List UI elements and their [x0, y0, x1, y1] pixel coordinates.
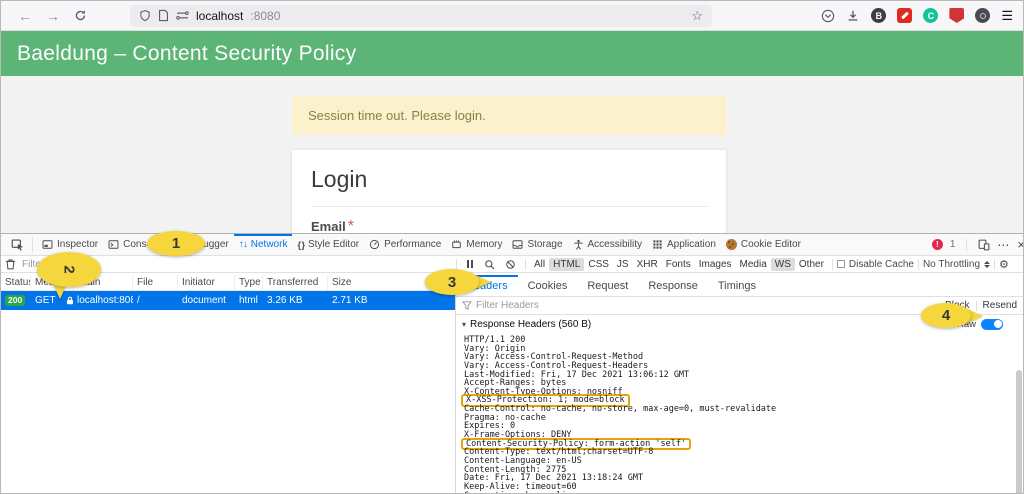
details-tab-timings[interactable]: Timings: [708, 275, 766, 296]
downloads-icon[interactable]: [846, 9, 860, 23]
login-card: Login Email *: [292, 150, 726, 233]
filter-pill-ws[interactable]: WS: [770, 257, 795, 271]
devtools-tabbar-right: ! 1 ⋯ ×: [931, 234, 1023, 255]
devtools-close-icon[interactable]: ×: [1017, 237, 1023, 252]
throttling-select[interactable]: No Throttling: [923, 259, 991, 270]
error-count: 1: [949, 239, 956, 250]
details-tab-cookies[interactable]: Cookies: [518, 275, 578, 296]
filter-pill-xhr[interactable]: XHR: [633, 258, 662, 271]
block-icon[interactable]: [505, 259, 516, 270]
editor-extension-icon[interactable]: [897, 8, 913, 23]
devtools-tab-performance[interactable]: Performance: [364, 234, 446, 255]
reload-icon[interactable]: [74, 9, 87, 22]
response-header-line: Cache-Control: no-cache, no-store, max-a…: [464, 404, 777, 415]
grammarly-extension-icon[interactable]: C: [923, 8, 939, 23]
filter-headers-input[interactable]: [476, 300, 676, 311]
page-header-banner: Baeldung – Content Security Policy: [1, 31, 1023, 76]
resend-button[interactable]: Resend: [983, 300, 1017, 311]
raw-toggle-switch[interactable]: [981, 318, 1003, 330]
required-asterisk: *: [347, 218, 354, 233]
search-icon[interactable]: [484, 259, 495, 270]
network-toolbar: All HTML CSS JS XHR Fonts Images Media W…: [1, 256, 1023, 273]
disable-cache-checkbox[interactable]: [836, 260, 845, 268]
filter-pill-html[interactable]: HTML: [549, 257, 585, 271]
adblock-extension-icon[interactable]: [949, 8, 965, 23]
devtools-tab-application[interactable]: Application: [647, 234, 721, 255]
page-info-icon[interactable]: [158, 9, 169, 22]
disable-cache-label: Disable Cache: [848, 258, 914, 270]
braces-icon: { }: [297, 239, 304, 250]
devtools-tab-memory[interactable]: Memory: [446, 234, 507, 255]
network-arrows-icon: ↑↓: [238, 239, 248, 250]
response-headers-title: Response Headers (560 B): [470, 318, 592, 330]
filter-pill-other[interactable]: Other: [795, 258, 828, 271]
meatball-menu-icon[interactable]: ⋯: [997, 238, 1010, 252]
error-badge-icon[interactable]: !: [931, 239, 943, 250]
back-icon[interactable]: ←: [18, 9, 32, 23]
col-type[interactable]: Type: [235, 275, 263, 290]
page-title: Baeldung – Content Security Policy: [17, 41, 357, 65]
scrollbar-thumb[interactable]: [1016, 370, 1022, 493]
shield-icon[interactable]: [139, 9, 151, 22]
extension-wheel-icon[interactable]: [975, 8, 991, 23]
email-label: Email: [311, 219, 346, 233]
browser-action-icons: B C ☰: [821, 8, 1013, 24]
response-header-line: Pragma: no-cache: [464, 412, 546, 423]
filter-pill-images[interactable]: Images: [695, 258, 736, 271]
devtools-tab-style-editor[interactable]: { } Style Editor: [292, 234, 364, 255]
updown-icon: [984, 260, 991, 268]
request-row-selected[interactable]: 200 GET localhost:8080 / document html 3…: [1, 291, 455, 310]
filter-pill-css[interactable]: CSS: [584, 258, 613, 271]
callout-2-status-200: 2: [37, 252, 101, 287]
url-text: localhost: [196, 8, 244, 23]
url-bar[interactable]: localhost :8080 ☆: [130, 4, 712, 27]
cookie-icon: [725, 239, 737, 250]
screenshot-root: ← → localhost :8080 ☆ B C ☰ Baeldung – C…: [0, 0, 1024, 494]
login-heading: Login: [311, 166, 368, 192]
callout-1-network-tab: 1: [147, 231, 205, 256]
pause-icon[interactable]: [467, 260, 473, 268]
divider: [311, 206, 707, 207]
callout-3-headers-tab: 3: [425, 269, 479, 295]
forward-icon[interactable]: →: [46, 9, 60, 23]
devtools-tab-accessibility[interactable]: Accessibility: [568, 234, 647, 255]
chevron-down-icon: ▾: [462, 319, 467, 329]
network-settings-gear-icon[interactable]: ⚙: [999, 258, 1009, 271]
pocket-icon[interactable]: [821, 9, 835, 23]
permissions-icon[interactable]: [176, 10, 189, 21]
session-timeout-alert: Session time out. Please login.: [292, 96, 726, 135]
funnel-icon: [462, 301, 472, 310]
filter-pill-fonts[interactable]: Fonts: [662, 258, 695, 271]
raw-response-headers: HTTP/1.1 200 Vary: Origin Vary: Access-C…: [456, 333, 1023, 493]
clear-requests-icon[interactable]: [5, 258, 16, 270]
details-tab-response[interactable]: Response: [638, 275, 708, 296]
bookmark-star-icon[interactable]: ☆: [691, 8, 703, 24]
col-transferred[interactable]: Transferred: [263, 275, 328, 290]
bitwarden-extension-icon[interactable]: B: [871, 8, 887, 23]
request-list: Status Met... Domain File Initiator Type…: [1, 275, 456, 493]
webpage-content: Session time out. Please login. Login Em…: [1, 76, 1023, 233]
response-header-line: Connection: keep-alive: [464, 491, 1023, 493]
filter-pill-all[interactable]: All: [530, 258, 549, 271]
responsive-mode-icon[interactable]: [978, 239, 990, 251]
devtools-tab-cookie-editor[interactable]: Cookie Editor: [721, 234, 806, 255]
browser-toolbar: ← → localhost :8080 ☆ B C ☰: [1, 1, 1023, 31]
pick-element-icon[interactable]: [7, 234, 28, 255]
status-badge: 200: [5, 295, 26, 306]
devtools-tab-network[interactable]: ↑↓ Network: [234, 234, 293, 255]
devtools-panel: Inspector Console Debugger ↑↓ Network { …: [1, 233, 1023, 493]
url-port: :8080: [250, 8, 281, 23]
details-tabbar: Headers Cookies Request Response Timings: [456, 275, 1023, 297]
col-status[interactable]: Status: [1, 275, 31, 290]
col-file[interactable]: File: [133, 275, 178, 290]
col-initiator[interactable]: Initiator: [178, 275, 235, 290]
devtools-tab-storage[interactable]: Storage: [507, 234, 567, 255]
filter-pill-media[interactable]: Media: [736, 258, 771, 271]
hamburger-menu-icon[interactable]: ☰: [1001, 8, 1013, 24]
details-tab-request[interactable]: Request: [577, 275, 638, 296]
callout-4-raw-toggle: 4: [921, 303, 971, 328]
response-header-line: HTTP/1.1 200: [464, 335, 526, 345]
filter-pill-js[interactable]: JS: [613, 258, 633, 271]
